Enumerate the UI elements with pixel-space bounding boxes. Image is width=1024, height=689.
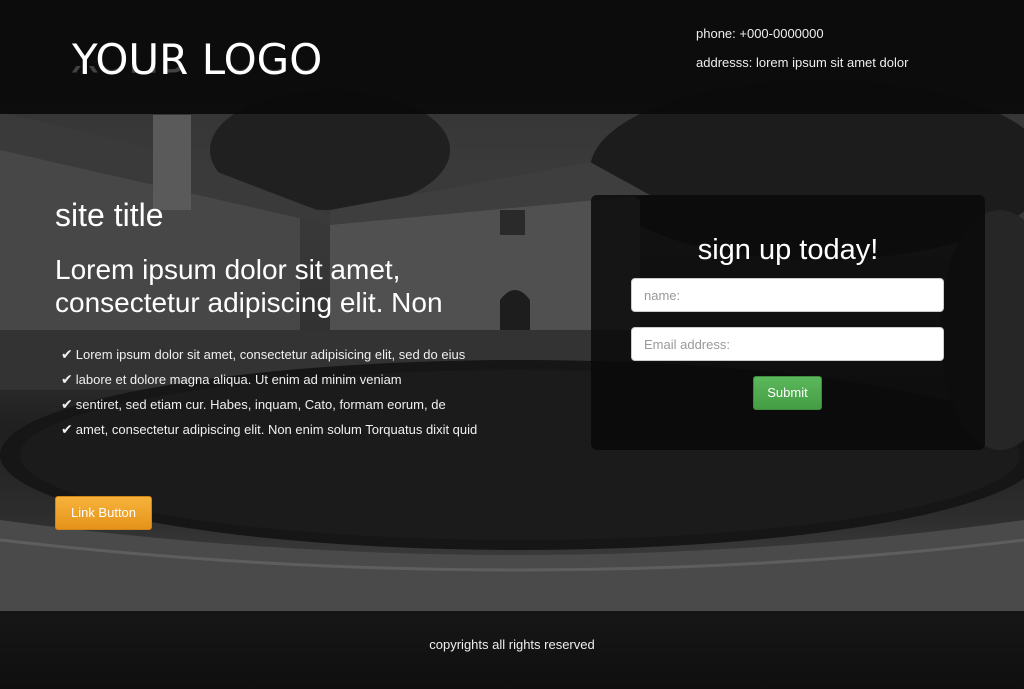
feature-text: Lorem ipsum dolor sit amet, consectetur … bbox=[75, 347, 466, 362]
check-icon: ✔ bbox=[61, 396, 73, 412]
logo-reflection: YOUR LOGO bbox=[72, 66, 322, 80]
signup-panel: sign up today! Submit bbox=[591, 195, 985, 450]
phone-text: phone: +000-0000000 bbox=[696, 26, 824, 41]
list-item: ✔ amet, consectetur adipiscing elit. Non … bbox=[55, 420, 495, 439]
contact-info: phone: +000-0000000 addresss: lorem ipsu… bbox=[696, 26, 908, 84]
link-button[interactable]: Link Button bbox=[55, 496, 152, 530]
site-title: site title bbox=[55, 197, 164, 233]
feature-text: sentiret, sed etiam cur. Habes, inquam, … bbox=[75, 397, 446, 412]
check-icon: ✔ bbox=[61, 371, 73, 387]
email-input[interactable] bbox=[631, 327, 944, 361]
list-item: ✔ Lorem ipsum dolor sit amet, consectetur… bbox=[55, 345, 495, 364]
address-text: addresss: lorem ipsum sit amet dolor bbox=[696, 55, 909, 70]
list-item: ✔ labore et dolore magna aliqua. Ut enim … bbox=[55, 370, 495, 389]
feature-list: ✔ Lorem ipsum dolor sit amet, consectetur… bbox=[55, 345, 495, 439]
name-input[interactable] bbox=[631, 278, 944, 312]
feature-text: labore et dolore magna aliqua. Ut enim a… bbox=[75, 372, 402, 387]
feature-text: amet, consectetur adipiscing elit. Non e… bbox=[75, 422, 478, 437]
copyright-text: copyrights all rights reserved bbox=[429, 637, 595, 652]
hero-content: site title Lorem ipsum dolor sit amet, c… bbox=[55, 197, 495, 445]
check-icon: ✔ bbox=[61, 421, 73, 437]
footer-bar: copyrights all rights reserved bbox=[0, 611, 1024, 689]
header-bar: YOUR LOGO YOUR LOGO phone: +000-0000000 … bbox=[0, 0, 1024, 114]
check-icon: ✔ bbox=[61, 346, 73, 362]
list-item: ✔ sentiret, sed etiam cur. Habes, inquam,… bbox=[55, 395, 495, 414]
hero-tagline: Lorem ipsum dolor sit amet, consectetur … bbox=[55, 254, 443, 318]
submit-button[interactable]: Submit bbox=[753, 376, 822, 410]
signup-title: sign up today! bbox=[697, 234, 879, 266]
